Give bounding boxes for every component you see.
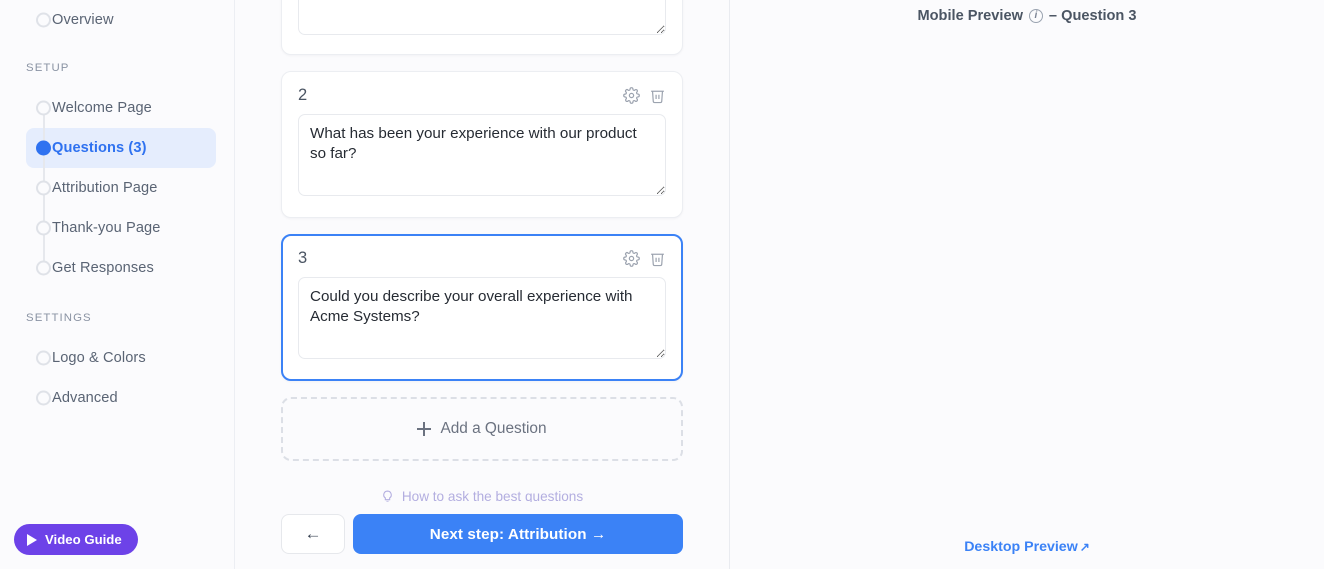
sidebar-item-attribution-page[interactable]: Attribution Page — [26, 168, 216, 208]
question-card[interactable]: 3 — [281, 234, 683, 381]
question-text-input[interactable] — [298, 277, 666, 359]
sidebar-item-welcome-page[interactable]: Welcome Page — [26, 88, 216, 128]
preview-title-suffix: – Question 3 — [1048, 8, 1137, 24]
sidebar-item-label: Advanced — [52, 390, 118, 406]
sidebar-item-label: Thank-you Page — [52, 220, 161, 236]
questions-scroll-area[interactable]: 1 — [235, 0, 729, 569]
sidebar-item-label: Attribution Page — [52, 180, 158, 196]
external-link-icon: ↗ — [1079, 540, 1090, 554]
editor-bottom-bar: ← Next step: Attribution → — [235, 502, 729, 569]
sidebar-item-label: Welcome Page — [52, 100, 152, 116]
sidebar-item-logo-colors[interactable]: Logo & Colors — [26, 338, 216, 378]
question-text-input[interactable] — [298, 0, 666, 35]
preview-title: Mobile Preview i – Question 3 — [730, 0, 1324, 24]
gear-icon[interactable] — [623, 86, 640, 104]
sidebar-item-label: Get Responses — [52, 260, 154, 276]
step-dot-icon — [36, 12, 51, 28]
sidebar-item-label: Logo & Colors — [52, 350, 146, 366]
question-number: 2 — [298, 85, 308, 104]
sidebar-item-questions[interactable]: Questions (3) — [26, 128, 216, 168]
sidebar-item-get-responses[interactable]: Get Responses — [26, 248, 216, 288]
step-dot-icon — [36, 220, 51, 236]
desktop-preview-label: Desktop Preview — [964, 539, 1078, 555]
sidebar-item-label: Overview — [52, 12, 114, 28]
mobile-preview-panel: Mobile Preview i – Question 3 Step 3 of … — [730, 0, 1324, 569]
question-card-header: 3 — [298, 247, 666, 269]
add-question-button[interactable]: Add a Question — [281, 397, 683, 461]
question-card-header: 2 — [298, 84, 666, 106]
sidebar: Overview SETUP Welcome Page Questions (3… — [0, 0, 235, 569]
app-root: Overview SETUP Welcome Page Questions (3… — [0, 0, 1324, 569]
sidebar-section-setup-label: SETUP — [26, 62, 70, 74]
info-icon[interactable]: i — [1028, 9, 1043, 23]
add-question-label: Add a Question — [440, 420, 547, 437]
gear-icon[interactable] — [623, 249, 640, 267]
sidebar-item-thank-you-page[interactable]: Thank-you Page — [26, 208, 216, 248]
preview-title-prefix: Mobile Preview — [917, 8, 1023, 24]
sidebar-item-overview[interactable]: Overview — [26, 0, 216, 40]
sidebar-nav-settings: Logo & Colors Advanced — [0, 338, 234, 418]
question-card-actions — [623, 249, 666, 267]
question-card-actions — [623, 86, 666, 104]
desktop-preview-link[interactable]: Desktop Preview ↗ — [730, 539, 1324, 555]
plus-icon — [417, 422, 432, 436]
play-icon — [27, 533, 37, 546]
next-step-button[interactable]: Next step: Attribution → — [353, 514, 683, 554]
back-button[interactable]: ← — [281, 514, 345, 554]
trash-icon[interactable] — [649, 250, 666, 267]
step-dot-icon — [36, 140, 51, 156]
video-guide-button[interactable]: Video Guide — [14, 524, 138, 555]
question-text-input[interactable] — [298, 114, 666, 196]
step-dot-icon — [36, 390, 51, 406]
sidebar-item-label: Questions (3) — [52, 140, 147, 156]
question-card[interactable]: 2 — [281, 71, 683, 218]
step-dot-icon — [36, 260, 51, 276]
step-dot-icon — [36, 350, 51, 366]
step-dot-icon — [36, 100, 51, 116]
question-number: 3 — [298, 248, 308, 267]
step-dot-icon — [36, 180, 51, 196]
sidebar-nav-top: Overview — [0, 0, 234, 40]
video-guide-label: Video Guide — [45, 532, 122, 547]
questions-editor-panel: 1 — [235, 0, 730, 569]
sidebar-item-advanced[interactable]: Advanced — [26, 378, 216, 418]
question-card[interactable]: 1 — [281, 0, 683, 55]
sidebar-section-settings-label: SETTINGS — [26, 312, 92, 324]
trash-icon[interactable] — [649, 87, 666, 104]
sidebar-nav-setup: Welcome Page Questions (3) Attribution P… — [0, 88, 234, 288]
